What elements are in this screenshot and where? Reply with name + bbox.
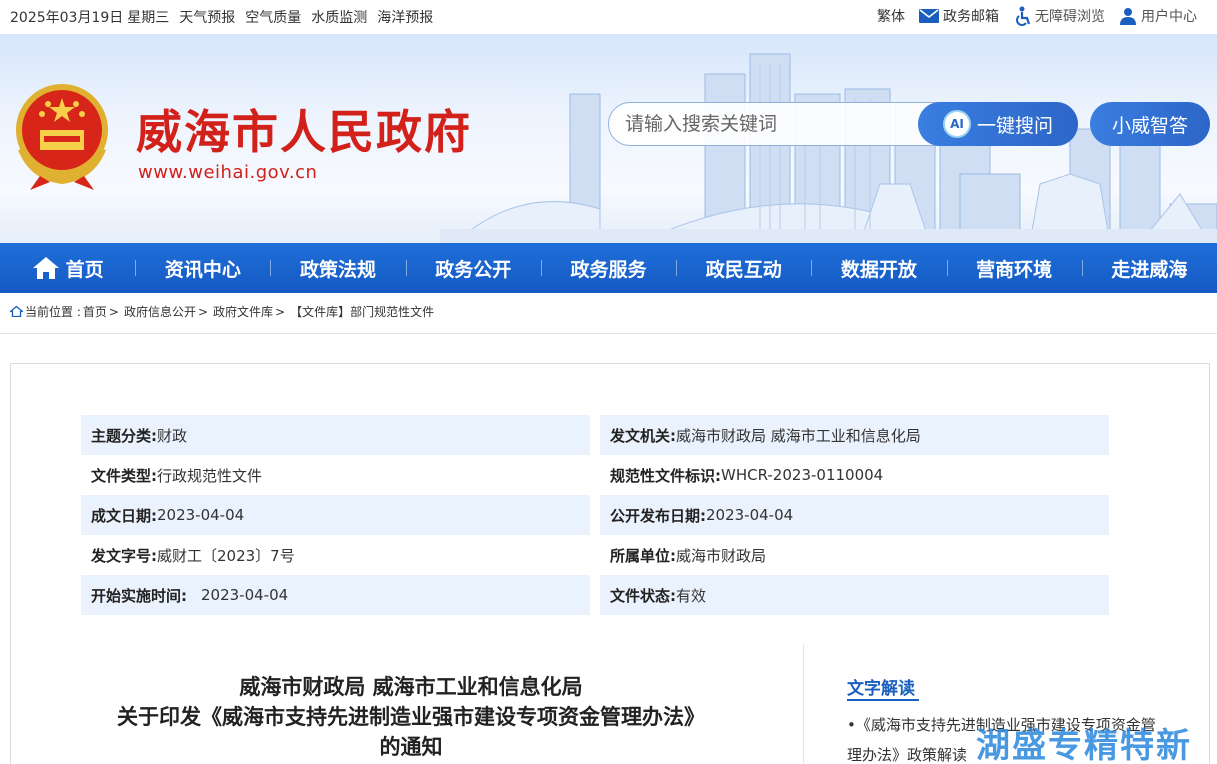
document-title-line: 关于印发《威海市支持先进制造业强市建设专项资金管理办法》 (117, 704, 705, 729)
metadata-file-type: 文件类型: 行政规范性文件 (81, 455, 590, 495)
accessibility-label: 无障碍浏览 (1035, 9, 1105, 25)
metadata-doc-number: 发文字号: 威财工〔2023〕7号 (81, 535, 590, 575)
accessibility-link[interactable]: 无障碍浏览 (1013, 6, 1105, 26)
current-date: 2025年03月19日 (10, 10, 124, 26)
breadcrumb-separator: > (108, 304, 119, 319)
gov-mailbox-link[interactable]: 政务邮箱 (919, 6, 999, 26)
nav-item-policy[interactable]: 政策法规 (270, 243, 405, 293)
metadata-written-date: 成文日期: 2023-04-04 (81, 495, 590, 535)
top-bar-right: 繁体 政务邮箱 无障碍浏览 用户中心 (877, 6, 1197, 26)
nav-item-services[interactable]: 政务服务 (540, 243, 676, 293)
document-title: 威海市财政局 威海市工业和信息化局 关于印发《威海市支持先进制造业强市建设专项资… (61, 672, 761, 762)
metadata-key: 主题分类: (91, 426, 157, 445)
metadata-key: 文件类型: (91, 466, 157, 485)
interpretation-underline (847, 699, 919, 701)
breadcrumb-home[interactable]: 首页 (83, 303, 107, 320)
mailbox-label: 政务邮箱 (943, 9, 999, 25)
document-title-line: 的通知 (379, 734, 443, 759)
breadcrumb-file-library[interactable]: 政府文件库 (213, 303, 273, 320)
metadata-value: 威海市财政局 (676, 546, 767, 565)
metadata-value: 有效 (676, 586, 707, 605)
breadcrumb-divider (0, 333, 1217, 334)
site-url: www.weihai.gov.cn (138, 162, 318, 183)
metadata-effective-date: 开始实施时间: 2023-04-04 (81, 575, 590, 615)
metadata-status: 文件状态: 有效 (600, 575, 1109, 615)
mail-icon (919, 9, 939, 23)
metadata-topic: 主题分类: 财政 (81, 415, 590, 455)
metadata-key: 发文机关: (610, 426, 676, 445)
breadcrumb-current[interactable]: 【文件库】部门规范性文件 (290, 303, 434, 320)
metadata-key: 成文日期: (91, 506, 157, 525)
ai-search-label: 一键搜问 (976, 114, 1053, 137)
assistant-button[interactable]: 小威智答 (1090, 102, 1210, 146)
accessibility-icon (1016, 6, 1031, 26)
metadata-row: 开始实施时间: 2023-04-04 文件状态: 有效 (81, 575, 1109, 615)
ai-search-button[interactable]: AI 一键搜问 (918, 102, 1078, 146)
metadata-value: 威海市财政局 威海市工业和信息化局 (676, 426, 921, 445)
national-emblem-logo (16, 84, 108, 190)
metadata-value: 2023-04-04 (201, 586, 289, 604)
water-quality-link[interactable]: 水质监测 (311, 7, 367, 27)
metadata-value: 威财工〔2023〕7号 (157, 546, 295, 565)
home-icon (32, 257, 59, 279)
watermark-text: 湖盛专精特新 (976, 726, 1192, 764)
document-panel: 主题分类: 财政 发文机关: 威海市财政局 威海市工业和信息化局 文件类型: 行政规范… (10, 363, 1210, 764)
metadata-file-id: 规范性文件标识: WHCR-2023-0110004 (600, 455, 1109, 495)
nav-item-interaction[interactable]: 政民互动 (676, 243, 811, 293)
weather-link[interactable]: 天气预报 (179, 7, 235, 27)
metadata-row: 文件类型: 行政规范性文件 规范性文件标识: WHCR-2023-0110004 (81, 455, 1109, 495)
air-quality-link[interactable]: 空气质量 (245, 7, 301, 27)
user-icon (1120, 8, 1136, 25)
nav-label: 首页 (65, 258, 104, 281)
metadata-key: 开始实施时间: (91, 586, 187, 605)
main-nav: 首页 资讯中心 政策法规 政务公开 政务服务 政民互动 数据开放 营商环境 走进… (0, 243, 1217, 293)
metadata-key: 所属单位: (610, 546, 676, 565)
search-input[interactable] (625, 111, 905, 137)
interpretation-heading: 文字解读 (847, 679, 915, 699)
ocean-forecast-link[interactable]: 海洋预报 (377, 7, 433, 27)
metadata-key: 规范性文件标识: (610, 466, 721, 485)
metadata-value: 财政 (157, 426, 188, 445)
metadata-value: 行政规范性文件 (157, 466, 263, 485)
metadata-value: WHCR-2023-0110004 (721, 466, 884, 484)
metadata-row: 发文字号: 威财工〔2023〕7号 所属单位: 威海市财政局 (81, 535, 1109, 575)
nav-item-business-environment[interactable]: 营商环境 (946, 243, 1082, 293)
site-header: 威海市人民政府 www.weihai.gov.cn AI 一键搜问 小威智答 (0, 34, 1217, 243)
breadcrumb-gov-info[interactable]: 政府信息公开 (124, 303, 196, 320)
nav-item-gov-affairs[interactable]: 政务公开 (405, 243, 541, 293)
nav-item-news[interactable]: 资讯中心 (135, 243, 270, 293)
content-divider (803, 644, 804, 764)
metadata-department: 所属单位: 威海市财政局 (600, 535, 1109, 575)
breadcrumb-separator: > (275, 304, 286, 319)
top-bar-left: 2025年03月19日 星期三 天气预报 空气质量 水质监测 海洋预报 (10, 7, 433, 27)
user-center-label: 用户中心 (1141, 9, 1197, 25)
breadcrumb-separator: > (197, 304, 209, 319)
metadata-row: 成文日期: 2023-04-04 公开发布日期: 2023-04-04 (81, 495, 1109, 535)
home-small-icon (10, 306, 23, 317)
nav-item-about-weihai[interactable]: 走进威海 (1081, 243, 1217, 293)
user-center-link[interactable]: 用户中心 (1119, 6, 1197, 26)
traditional-label: 繁体 (877, 9, 905, 25)
metadata-key: 文件状态: (610, 586, 676, 605)
top-bar: 2025年03月19日 星期三 天气预报 空气质量 水质监测 海洋预报 繁体 政… (0, 0, 1217, 34)
metadata-row: 主题分类: 财政 发文机关: 威海市财政局 威海市工业和信息化局 (81, 415, 1109, 455)
breadcrumb-label: 当前位置 : (25, 305, 81, 319)
metadata-publish-date: 公开发布日期: 2023-04-04 (600, 495, 1109, 535)
nav-item-home[interactable]: 首页 (0, 243, 135, 293)
document-title-line: 威海市财政局 威海市工业和信息化局 (239, 674, 583, 699)
metadata-key: 公开发布日期: (610, 506, 706, 525)
ai-icon: AI (942, 110, 971, 138)
traditional-chinese-link[interactable]: 繁体 (877, 6, 905, 26)
metadata-key: 发文字号: (91, 546, 157, 565)
metadata-value: 2023-04-04 (706, 506, 794, 524)
current-weekday: 星期三 (127, 10, 170, 26)
metadata-value: 2023-04-04 (157, 506, 245, 524)
metadata-issuer: 发文机关: 威海市财政局 威海市工业和信息化局 (600, 415, 1109, 455)
breadcrumb: 当前位置 : 首页 > 政府信息公开 > 政府文件库 > 【文件库】部门规范性文… (10, 303, 434, 320)
nav-item-open-data[interactable]: 数据开放 (811, 243, 946, 293)
site-title[interactable]: 威海市人民政府 (136, 96, 472, 162)
document-metadata-table: 主题分类: 财政 发文机关: 威海市财政局 威海市工业和信息化局 文件类型: 行政规范… (81, 415, 1109, 615)
